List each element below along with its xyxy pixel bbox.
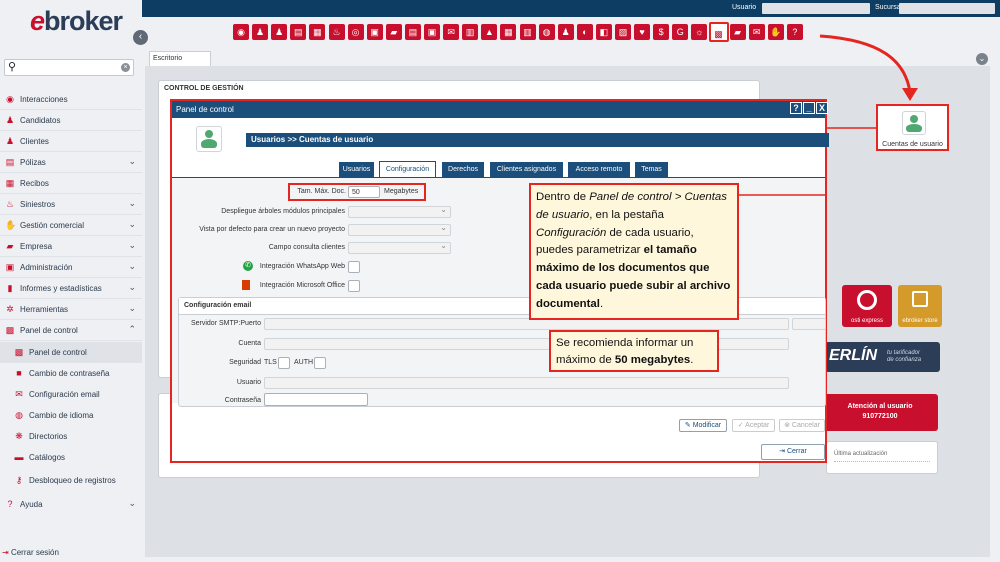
callout-main: Dentro de Panel de control > Cuentas de … bbox=[529, 183, 739, 320]
cuentas-de-usuario-preview: Cuentas de usuario bbox=[876, 104, 949, 151]
callout-recommendation: Se recomienda informar un máximo de 50 m… bbox=[549, 330, 719, 372]
user-account-icon bbox=[902, 111, 926, 135]
arrow-head-icon bbox=[902, 88, 918, 101]
preview-label: Cuentas de usuario bbox=[882, 141, 943, 148]
arrow-line bbox=[819, 34, 912, 93]
annotation-connectors bbox=[739, 34, 918, 196]
